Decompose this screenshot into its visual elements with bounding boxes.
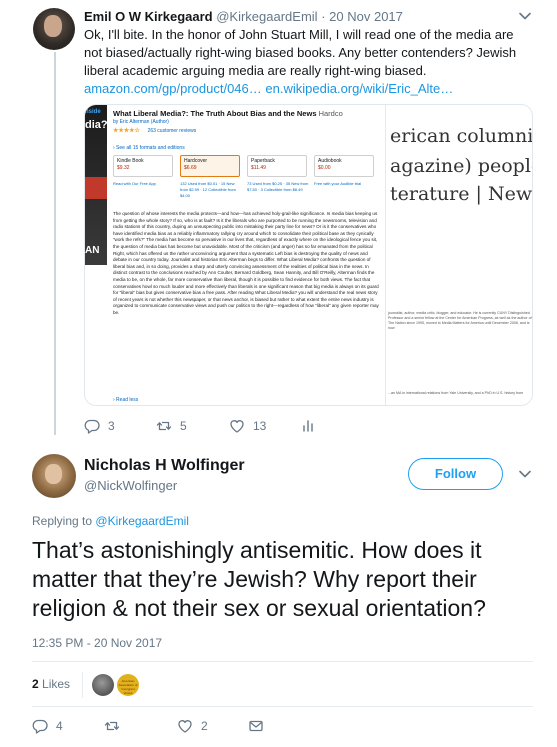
like-action[interactable]: 2: [177, 718, 208, 734]
amazon-link[interactable]: amazon.com/gp/product/046…: [84, 81, 262, 96]
tweet-body: Ok, I'll bite. In the honor of John Stua…: [84, 27, 517, 78]
book-author: by Eric Alterman (Author): [113, 119, 169, 125]
review-count: 263 customer reviews: [147, 128, 197, 134]
book-format-suffix: Hardco: [318, 109, 343, 118]
like-count: 13: [253, 419, 267, 433]
author-handle[interactable]: @NickWolfinger: [84, 478, 177, 493]
retweet-icon: [104, 721, 120, 731]
likes-count-link[interactable]: 2 Likes: [32, 677, 70, 691]
format-hardcover: Hardcover $6.69: [180, 155, 240, 177]
tweet-date[interactable]: 20 Nov 2017: [329, 9, 403, 24]
avatar[interactable]: [32, 454, 76, 498]
likes-summary: 2 Likes American Association of Immigran…: [32, 670, 533, 700]
format-sub-audiobook: Free with your Audible trial: [314, 181, 362, 186]
format-name: Kindle Book: [117, 158, 144, 164]
reply-icon: [84, 419, 100, 434]
format-price: $9.32: [117, 165, 130, 171]
star-rating: ★★★★☆ 263 customer reviews: [113, 127, 196, 134]
tweet-timestamp[interactable]: 12:35 PM - 20 Nov 2017: [32, 636, 162, 650]
divider: [82, 672, 83, 698]
book-cover-strip: nside dia? AN: [85, 105, 108, 265]
stars-icon: ★★★★☆: [113, 128, 140, 134]
amazon-screenshot: nside dia? AN What Liberal Media?: The T…: [85, 105, 385, 405]
retweet-action[interactable]: 5: [156, 418, 187, 434]
tweet-text: That’s astonishingly antisemitic. How do…: [32, 537, 486, 621]
format-kindle: Kindle Book $9.32: [113, 155, 173, 177]
replying-handle-link[interactable]: @KirkegaardEmil: [95, 514, 189, 528]
format-name: Paperback: [251, 158, 275, 164]
wikipedia-screenshot: erican columnist agazine) people teratur…: [385, 105, 533, 405]
cover-text-dia: dia?: [85, 119, 108, 131]
format-price: $11.49: [251, 165, 266, 171]
reply-action[interactable]: 4: [32, 718, 63, 734]
format-sub-hardcover: 132 Used from $0.01 · 15 New from $2.99 …: [180, 181, 236, 198]
reply-action[interactable]: 3: [84, 418, 115, 434]
wikipedia-link[interactable]: en.wikipedia.org/wiki/Eric_Alte…: [265, 81, 453, 96]
format-name: Audiobook: [318, 158, 342, 164]
envelope-icon: [249, 720, 263, 732]
follow-button[interactable]: Follow: [408, 458, 503, 490]
divider: [32, 706, 533, 707]
likes-label: Likes: [42, 677, 71, 691]
book-title: What Liberal Media?: The Truth About Bia…: [113, 109, 343, 118]
like-count: 2: [201, 719, 208, 733]
wiki-text-line-3: terature | New Y: [390, 183, 533, 205]
likes-number: 2: [32, 677, 39, 691]
book-description: The question of whose interests the medi…: [113, 211, 379, 315]
cover-text-inside: nside: [85, 109, 101, 115]
separator-dot: ·: [321, 9, 326, 24]
replying-prefix: Replying to: [32, 514, 93, 528]
heart-icon: [178, 720, 192, 733]
wiki-small-text-2: ...an MA in international relations from…: [388, 391, 524, 395]
chevron-down-icon[interactable]: [518, 9, 532, 23]
wiki-small-text: journalist, author, media critic, blogge…: [388, 311, 532, 330]
chevron-down-icon[interactable]: [518, 467, 532, 481]
cover-text-an: AN: [85, 245, 100, 256]
tweet-kirkegaard[interactable]: Emil O W Kirkegaard @KirkegaardEmil · 20…: [0, 0, 557, 450]
reply-count: 4: [56, 719, 63, 733]
retweet-action[interactable]: [104, 718, 120, 734]
format-price: $0.00: [318, 165, 331, 171]
analytics-action[interactable]: [300, 418, 316, 434]
analytics-icon: [303, 420, 313, 432]
wiki-text-line-1: erican columnist: [390, 125, 533, 147]
avatar[interactable]: [33, 8, 75, 50]
formats-link: › See all 15 formats and editions: [113, 145, 185, 151]
like-action[interactable]: 13: [229, 418, 266, 434]
format-price: $6.69: [184, 165, 197, 171]
book-title-text: What Liberal Media?: The Truth About Bia…: [113, 109, 317, 118]
tweet-text: Ok, I'll bite. In the honor of John Stua…: [84, 26, 524, 98]
cover-red-block: [85, 177, 107, 199]
liker-avatar-logo[interactable]: American Association of Immigrant Voices: [117, 674, 139, 696]
reply-icon: [32, 719, 48, 734]
reply-count: 3: [108, 419, 115, 433]
direct-message-action[interactable]: [248, 718, 264, 734]
format-name: Hardcover: [184, 158, 208, 164]
heart-icon: [230, 420, 244, 433]
author-name[interactable]: Nicholas H Wolfinger: [84, 457, 245, 475]
format-audiobook: Audiobook $0.00: [314, 155, 374, 177]
media-attachment[interactable]: nside dia? AN What Liberal Media?: The T…: [84, 104, 533, 406]
retweet-icon: [156, 421, 172, 431]
format-sub-paperback: 73 Used from $0.25 · 35 New from $7.50 ·…: [247, 181, 309, 192]
retweet-count: 5: [180, 419, 187, 433]
tweet-header: Emil O W Kirkegaard @KirkegaardEmil · 20…: [84, 9, 403, 24]
wiki-text-line-2: agazine) people: [390, 155, 533, 177]
read-less-link: › Read less: [113, 397, 139, 403]
divider: [32, 661, 533, 662]
author-handle[interactable]: @KirkegaardEmil: [216, 9, 317, 24]
replying-to: Replying to @KirkegaardEmil: [32, 514, 189, 528]
author-name[interactable]: Emil O W Kirkegaard: [84, 9, 213, 24]
format-sub-kindle: Read with Our Free App: [113, 181, 156, 186]
liker-avatar[interactable]: [92, 674, 114, 696]
format-paperback: Paperback $11.49: [247, 155, 307, 177]
